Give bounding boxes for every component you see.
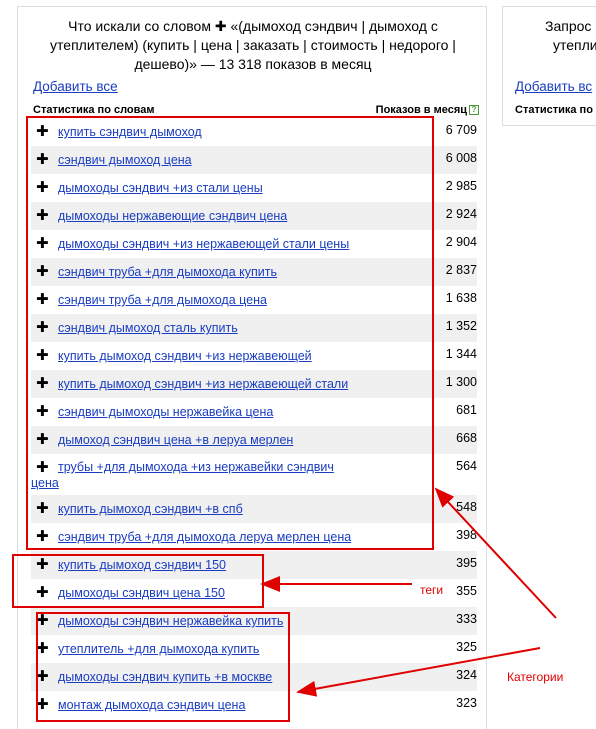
arrow-to-top-box — [434, 487, 557, 619]
arrow-to-categories-box — [296, 647, 541, 697]
annotation-arrows — [260, 487, 557, 697]
